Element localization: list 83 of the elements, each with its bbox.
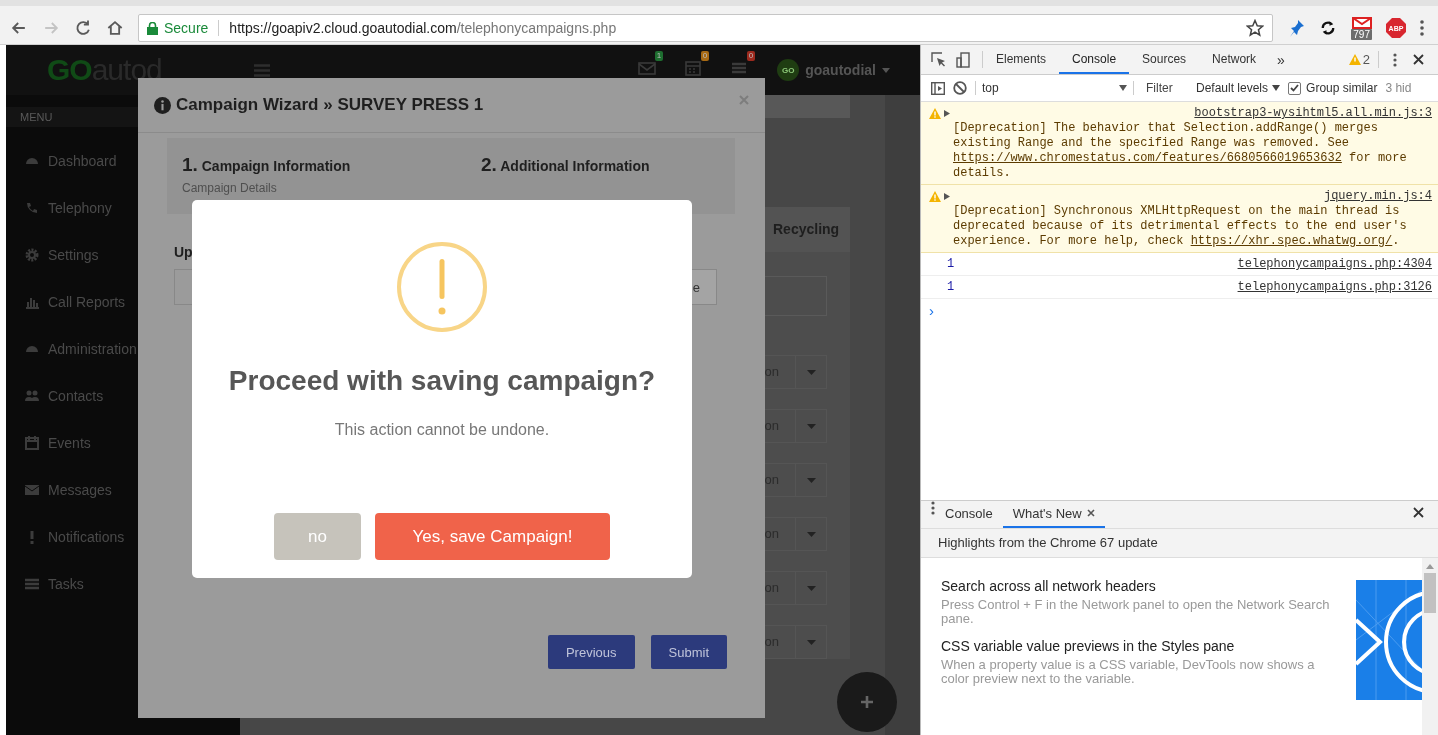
wizard-button[interactable]: Previous xyxy=(547,635,635,669)
link[interactable]: https://xhr.spec.whatwg.org/ xyxy=(1190,234,1393,248)
warning-count[interactable]: 2 xyxy=(1340,51,1379,68)
caret-icon xyxy=(806,531,816,537)
warning-icon xyxy=(929,191,941,202)
confirm-button[interactable]: Yes, save Campaign! xyxy=(375,513,610,560)
star-icon[interactable] xyxy=(1246,19,1265,37)
feature-description: When a property value is a CSS variable, DevTools now shows a color preview next to the variable. xyxy=(941,657,1316,686)
avatar: GO xyxy=(777,59,800,81)
warning-icon xyxy=(1348,54,1361,65)
caret-icon xyxy=(806,423,816,429)
pushpin-icon[interactable] xyxy=(1289,19,1306,37)
checkbox-label: Group similar xyxy=(1306,81,1378,95)
unread-count: 797 xyxy=(1351,28,1372,40)
source-link[interactable]: bootstrap3-wysihtml5.all.min.js:3 xyxy=(1194,106,1432,121)
close-icon[interactable] xyxy=(1086,509,1095,517)
console-message: [Deprecation] The behavior that Selection.addRange() merges existing Range and the specified Range was removed. See https://www.chromestatus.com/features/6680566019653632 for more details. xyxy=(953,121,1408,181)
console-prompt[interactable]: › xyxy=(921,299,1438,322)
plus-icon xyxy=(860,695,874,709)
levels-select[interactable]: Default levels xyxy=(1196,81,1281,95)
devtools-tab[interactable]: Sources xyxy=(1129,45,1200,74)
link[interactable]: https://www.chromestatus.com/features/6680566019653632 xyxy=(953,151,1342,165)
menu-icon[interactable] xyxy=(1393,52,1397,67)
info-icon xyxy=(154,96,171,114)
more-tabs[interactable]: » xyxy=(1269,45,1293,74)
context-select[interactable]: top xyxy=(975,81,1134,95)
count-badge: 1 xyxy=(654,51,664,61)
caret-icon xyxy=(806,585,816,591)
lock-icon xyxy=(147,21,158,35)
feature-description: Press Control + F in the Network panel to open the Network Search pane. xyxy=(941,597,1331,626)
caret-icon xyxy=(806,369,816,375)
gauge-icon xyxy=(24,344,40,353)
devtools-tab[interactable]: Console xyxy=(1059,45,1130,74)
user-menu[interactable]: GO goautodial xyxy=(777,59,890,81)
step-subtitle: Campaign Details xyxy=(182,181,278,195)
security-label: Secure xyxy=(164,20,209,36)
field-label: Up xyxy=(174,244,194,260)
caret-icon xyxy=(1119,85,1127,91)
menu-icon[interactable] xyxy=(931,500,935,515)
update-banner: Highlights from the Chrome 67 update xyxy=(921,528,1438,558)
home-icon xyxy=(105,18,125,38)
inspect-icon[interactable] xyxy=(931,52,946,67)
warning-icon xyxy=(396,241,488,333)
dialog-message: This action cannot be undone. xyxy=(334,421,550,439)
device-icon[interactable] xyxy=(956,51,970,68)
menu-icon[interactable] xyxy=(1420,20,1424,36)
mail-icon[interactable] xyxy=(1351,16,1372,29)
caret-icon xyxy=(806,639,816,645)
count-badge: 0 xyxy=(700,51,710,61)
gauge-icon xyxy=(24,156,40,165)
caret-icon xyxy=(1272,85,1281,91)
scrollbar-thumb[interactable] xyxy=(1424,572,1436,613)
gear-icon xyxy=(24,246,40,263)
caret-icon xyxy=(882,67,890,73)
drawer-tab[interactable]: What's New xyxy=(1002,500,1105,528)
drawer-tab[interactable]: Console xyxy=(935,500,1003,528)
expand-icon[interactable] xyxy=(944,110,950,117)
checkbox[interactable] xyxy=(1288,81,1302,95)
close-icon[interactable] xyxy=(1413,54,1424,65)
clear-icon[interactable] xyxy=(953,81,967,95)
step-title: 1. Campaign Information xyxy=(182,154,352,176)
address-bar[interactable]: Secure https://goapiv2.cloud.goautodial.com/telephonycampaigns.php xyxy=(138,14,1274,42)
wizard-button[interactable]: Submit xyxy=(650,635,727,669)
console-message: [Deprecation] Synchronous XMLHttpRequest on the main thread is deprecated because of its detrimental effects to the end user's experience. For more help, check https://xhr.spec.whatwg.org/. xyxy=(953,204,1408,249)
source-link[interactable]: telephonycampaigns.php:4304 xyxy=(1237,257,1432,272)
count-badge: 0 xyxy=(746,51,756,61)
log-value: 1 xyxy=(947,280,956,295)
feature-title: CSS variable value previews in the Styles pane xyxy=(941,637,1236,654)
source-link[interactable]: telephonycampaigns.php:3126 xyxy=(1237,280,1432,295)
source-link[interactable]: jquery.min.js:4 xyxy=(1323,189,1432,204)
feature-title: Search across all network headers xyxy=(941,577,1157,594)
caret-icon xyxy=(806,477,816,483)
devtools-tab[interactable]: Network xyxy=(1199,45,1270,74)
calendar-icon xyxy=(24,434,40,451)
devtools-tab[interactable]: Elements xyxy=(983,45,1060,74)
hidden-count: 3 hid xyxy=(1385,81,1412,95)
close-icon[interactable] xyxy=(1413,507,1424,518)
step-title: 2. Additional Information xyxy=(481,154,651,176)
sidebar-toggle-icon[interactable] xyxy=(931,81,945,95)
url-text: https://goapiv2.cloud.goautodial.com/telephonycampaigns.php xyxy=(229,20,618,36)
expand-icon[interactable] xyxy=(944,193,950,200)
warning-icon xyxy=(929,108,941,119)
log-value: 1 xyxy=(947,257,956,272)
